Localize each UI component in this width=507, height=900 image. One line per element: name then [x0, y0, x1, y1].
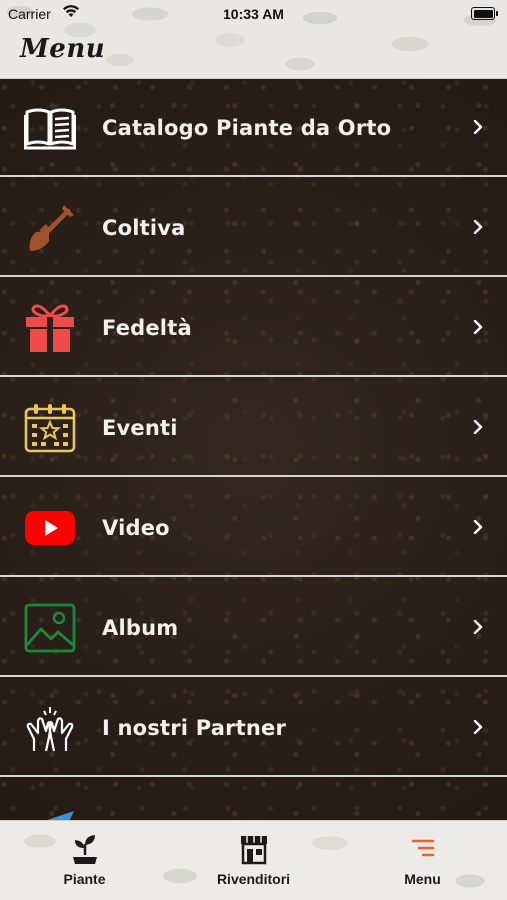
chevron-right-icon: [473, 420, 483, 434]
tab-piante[interactable]: Piante: [0, 821, 169, 900]
menu-label: Album: [102, 616, 179, 640]
tab-bar: Piante Rivenditori Menu: [0, 820, 507, 900]
seedling-icon: [73, 835, 97, 864]
header: Carrier 10:33 AM Menu: [0, 0, 507, 79]
menu-item-fedelta[interactable]: Fedeltà: [0, 279, 507, 377]
paper-plane-icon: [47, 811, 74, 820]
menu-item-eventi[interactable]: Eventi: [0, 379, 507, 477]
tab-label: Rivenditori: [216, 871, 291, 887]
menu-label: Eventi: [102, 416, 178, 440]
status-time: 10:33 AM: [223, 6, 284, 22]
shop-icon: [241, 836, 267, 865]
gift-icon: [26, 304, 74, 352]
tab-label: Menu: [404, 871, 441, 887]
handshake-icon: [26, 707, 74, 752]
book-icon: [24, 108, 76, 150]
menu-label: Coltiva: [102, 216, 186, 240]
image-icon: [24, 603, 76, 653]
calendar-star-icon: [24, 404, 76, 453]
chevron-right-icon: [473, 720, 483, 734]
tab-menu[interactable]: Menu: [338, 821, 507, 900]
menu-item-video[interactable]: Video: [0, 479, 507, 577]
status-bar: Carrier 10:33 AM: [0, 0, 507, 30]
chevron-right-icon: [473, 120, 483, 134]
menu-label: I nostri Partner: [102, 716, 287, 740]
menu-label: Video: [102, 516, 170, 540]
page-title: Menu: [20, 34, 106, 64]
tab-label: Piante: [63, 871, 106, 887]
menu-item-catalogo[interactable]: Catalogo Piante da Orto: [0, 79, 507, 177]
menu-item-partner[interactable]: I nostri Partner: [0, 679, 507, 777]
menu-label: Fedeltà: [102, 316, 192, 340]
menu-label: Catalogo Piante da Orto: [102, 116, 392, 140]
menu-item-coltiva[interactable]: Coltiva: [0, 179, 507, 277]
menu-item-partial[interactable]: [0, 779, 507, 820]
chevron-right-icon: [473, 520, 483, 534]
chevron-right-icon: [473, 620, 483, 634]
battery-icon: [471, 7, 498, 20]
youtube-icon: [25, 511, 75, 545]
chevron-right-icon: [473, 220, 483, 234]
menu-lines-icon: [411, 839, 435, 857]
tab-rivenditori[interactable]: Rivenditori: [169, 821, 338, 900]
menu-item-album[interactable]: Album: [0, 579, 507, 677]
menu-list: Catalogo Piante da Orto Coltiva Fedeltà: [0, 79, 507, 820]
chevron-right-icon: [473, 320, 483, 334]
shovel-icon: [29, 205, 74, 251]
